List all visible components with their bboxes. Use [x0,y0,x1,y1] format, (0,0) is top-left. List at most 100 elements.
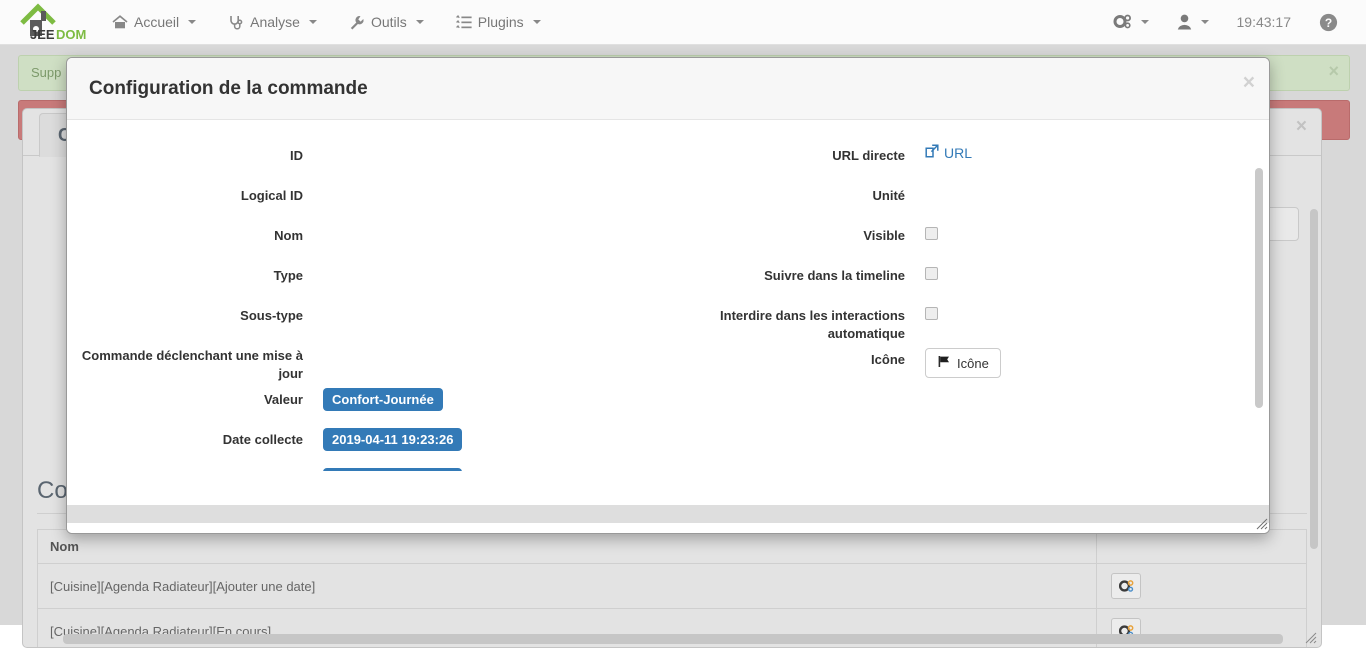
value-sous-type [317,299,669,329]
field-timeline: Suivre dans la timeline [669,259,1270,299]
label-id: ID [67,139,317,165]
value-type [317,259,669,289]
value-commande-declenchante [317,339,669,369]
close-icon[interactable]: × [1243,72,1255,93]
navbar-right: 19:43:17 ? [1099,0,1366,45]
nav-item-outils[interactable]: Outils [333,0,440,45]
field-valeur: Valeur Confort-Journée [67,383,669,423]
panel-resize-handle[interactable] [1305,632,1317,644]
background-section-title: Co [37,477,68,505]
nav-item-analyse[interactable]: Analyse [212,0,333,45]
field-icone: Icône Icône [669,343,1270,383]
checkbox-timeline[interactable] [925,267,938,280]
jeedom-logo[interactable]: JEE DOM [0,0,96,45]
status-badge-valeur: Confort-Journée [323,388,443,411]
label-type: Type [67,259,317,285]
chevron-down-icon [533,20,541,24]
checkbox-visible[interactable] [925,227,938,240]
configuration-form: ID Logical ID Nom Type Sous-type [67,121,1270,473]
checkbox-interdire-interactions[interactable] [925,307,938,320]
modal-header: Configuration de la commande × [67,58,1269,120]
panel-vertical-scrollbar[interactable] [1310,209,1318,549]
icone-button-label: Icône [957,356,989,371]
svg-text:JEE: JEE [30,27,55,41]
field-unite: Unité [669,179,1270,219]
url-direct-link[interactable]: URL [925,144,972,161]
clock: 19:43:17 [1223,14,1306,30]
modal-resize-handle[interactable] [1256,518,1268,530]
modal-vertical-scrollbar[interactable] [1255,168,1263,408]
label-icone: Icône [669,343,919,369]
label-commande-declenchante: Commande déclenchant une mise à jour [67,339,317,383]
field-interdire-interactions: Interdire dans les interactions automati… [669,299,1270,343]
value-nom [317,219,669,249]
field-id: ID [67,139,669,179]
value-interdire-wrap [919,299,1270,329]
label-logical-id: Logical ID [67,179,317,205]
value-icone-wrap: Icône [919,343,1270,378]
url-direct-label: URL [944,145,972,161]
panel-horizontal-scrollbar[interactable] [63,634,1283,644]
field-url-directe: URL directe URL [669,139,1270,179]
value-url-directe-wrap: URL [919,139,1270,169]
command-actions [1097,564,1307,609]
chevron-down-icon [1141,20,1149,24]
nav-label-analyse: Analyse [250,14,300,30]
value-logical-id [317,179,669,209]
table-header-actions [1097,530,1307,564]
alert-success-close-icon[interactable]: × [1328,62,1339,80]
field-logical-id: Logical ID [67,179,669,219]
table-header-row: Nom [38,530,1307,564]
nav-item-settings[interactable] [1099,0,1163,45]
value-valeur-wrap: Confort-Journée [317,383,669,413]
form-right-column: URL directe URL [669,139,1270,473]
svg-text:?: ? [1325,16,1332,30]
table-row[interactable]: [Cuisine][Agenda Radiateur][Ajouter une … [38,564,1307,609]
label-sous-type: Sous-type [67,299,317,325]
modal-footer [67,471,1270,533]
navbar-menu: Accueil Analyse Outils [96,0,557,45]
command-configuration-modal: Configuration de la commande × ID Logica… [66,57,1270,534]
flag-icon [937,355,951,371]
chevron-down-icon [1201,20,1209,24]
table-header-nom: Nom [38,530,1097,564]
chevron-down-icon [188,20,196,24]
value-visible-wrap [919,219,1270,249]
nav-item-plugins[interactable]: Plugins [440,0,557,45]
value-unite [919,179,1270,209]
label-url-directe: URL directe [669,139,919,165]
user-icon [1177,14,1192,30]
icone-button[interactable]: Icône [925,348,1001,378]
stethoscope-icon [228,15,244,30]
value-timeline-wrap [919,259,1270,289]
field-visible: Visible [669,219,1270,259]
label-visible: Visible [669,219,919,245]
value-date-collecte-wrap: 2019-04-11 19:23:26 [317,423,669,453]
gears-icon[interactable] [1111,573,1141,599]
label-date-collecte: Date collecte [67,423,317,449]
field-sous-type: Sous-type [67,299,669,339]
label-interdire-interactions: Interdire dans les interactions automati… [669,299,919,343]
question-circle-icon: ? [1319,13,1338,32]
form-left-column: ID Logical ID Nom Type Sous-type [67,139,669,473]
nav-label-accueil: Accueil [134,14,179,30]
nav-item-accueil[interactable]: Accueil [96,0,212,45]
label-nom: Nom [67,219,317,245]
status-badge-date-collecte: 2019-04-11 19:23:26 [323,428,462,451]
field-date-collecte: Date collecte 2019-04-11 19:23:26 [67,423,669,463]
list-icon [456,15,472,30]
nav-label-plugins: Plugins [478,14,524,30]
field-type: Type [67,259,669,299]
label-unite: Unité [669,179,919,205]
wrench-icon [349,15,365,30]
home-icon [112,15,128,30]
nav-item-user[interactable] [1163,0,1223,45]
field-nom: Nom [67,219,669,259]
label-timeline: Suivre dans la timeline [669,259,919,285]
alert-success-text: Supp [31,65,61,80]
nav-item-help[interactable]: ? [1305,0,1352,45]
chevron-down-icon [416,20,424,24]
nav-label-outils: Outils [371,14,407,30]
external-link-icon [925,144,939,161]
label-valeur: Valeur [67,383,317,409]
